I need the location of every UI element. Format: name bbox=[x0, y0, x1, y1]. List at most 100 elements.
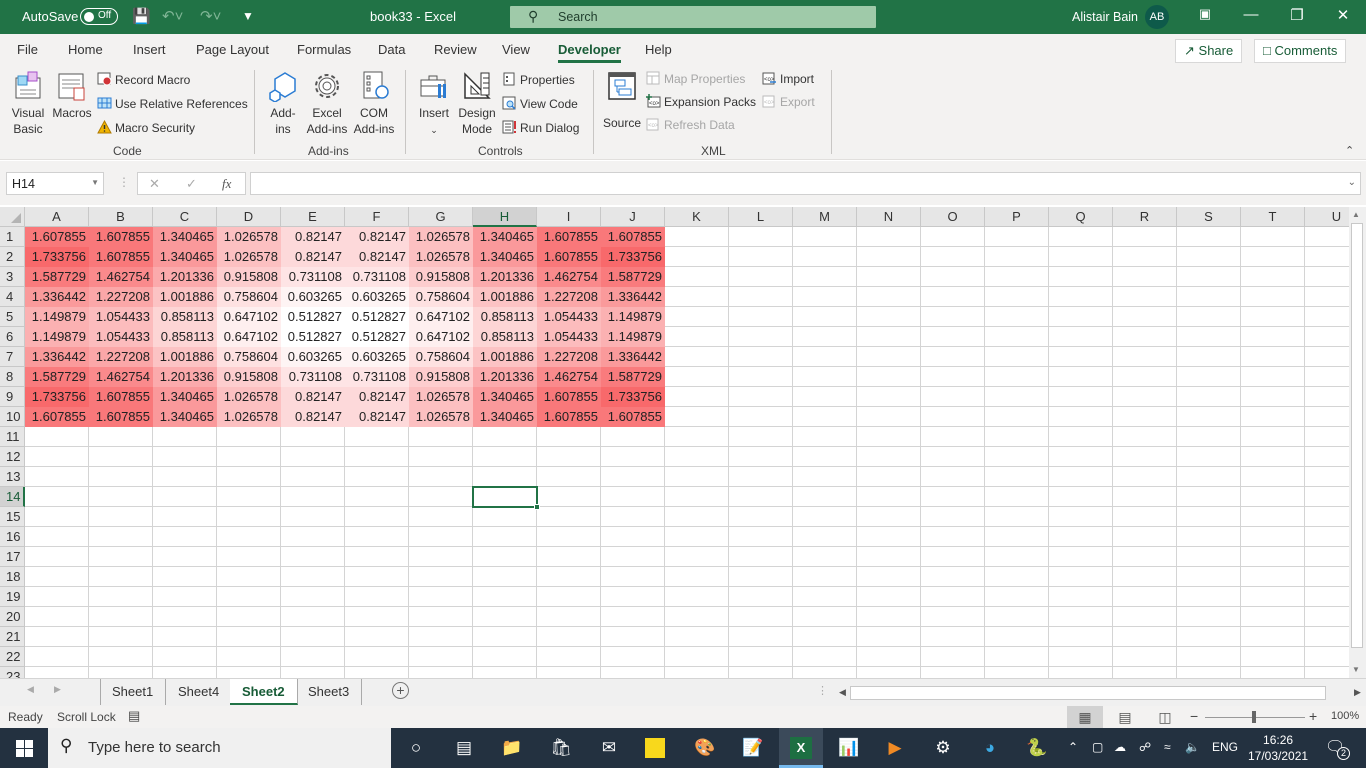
cell-N7[interactable] bbox=[857, 347, 921, 367]
row-header-8[interactable]: 8 bbox=[0, 367, 25, 387]
column-header-h[interactable]: H bbox=[473, 207, 537, 227]
sticky-notes-icon[interactable] bbox=[645, 738, 665, 758]
column-header-f[interactable]: F bbox=[345, 207, 409, 227]
zoom-in-button[interactable]: + bbox=[1309, 708, 1317, 724]
cell-P20[interactable] bbox=[985, 607, 1049, 627]
cell-S1[interactable] bbox=[1177, 227, 1241, 247]
cell-H15[interactable] bbox=[473, 507, 537, 527]
mail-icon[interactable]: ✉ bbox=[597, 736, 621, 760]
wifi-icon[interactable]: ≈ bbox=[1164, 740, 1171, 754]
cell-S22[interactable] bbox=[1177, 647, 1241, 667]
cell-D17[interactable] bbox=[217, 547, 281, 567]
cell-J7[interactable]: 1.336442 bbox=[601, 347, 665, 367]
column-header-d[interactable]: D bbox=[217, 207, 281, 227]
cell-R20[interactable] bbox=[1113, 607, 1177, 627]
cell-N16[interactable] bbox=[857, 527, 921, 547]
cell-L22[interactable] bbox=[729, 647, 793, 667]
minimize-icon[interactable]: — bbox=[1236, 6, 1266, 23]
excel-add-ins-button[interactable]: Excel Add-ins bbox=[304, 70, 350, 137]
cell-M6[interactable] bbox=[793, 327, 857, 347]
cell-Q3[interactable] bbox=[1049, 267, 1113, 287]
cell-E8[interactable]: 0.731108 bbox=[281, 367, 345, 387]
row-header-20[interactable]: 20 bbox=[0, 607, 25, 627]
row-header-12[interactable]: 12 bbox=[0, 447, 25, 467]
cell-Q23[interactable] bbox=[1049, 667, 1113, 678]
cell-A1[interactable]: 1.607855 bbox=[25, 227, 89, 247]
scroll-left-icon[interactable]: ◀ bbox=[839, 687, 846, 698]
cell-K1[interactable] bbox=[665, 227, 729, 247]
cell-C21[interactable] bbox=[153, 627, 217, 647]
cell-R10[interactable] bbox=[1113, 407, 1177, 427]
cell-L6[interactable] bbox=[729, 327, 793, 347]
user-name[interactable]: Alistair Bain bbox=[1072, 10, 1138, 24]
cell-Q8[interactable] bbox=[1049, 367, 1113, 387]
column-header-a[interactable]: A bbox=[25, 207, 89, 227]
cell-C4[interactable]: 1.001886 bbox=[153, 287, 217, 307]
cell-N15[interactable] bbox=[857, 507, 921, 527]
cell-N20[interactable] bbox=[857, 607, 921, 627]
cell-T23[interactable] bbox=[1241, 667, 1305, 678]
cell-M8[interactable] bbox=[793, 367, 857, 387]
tab-file[interactable]: File bbox=[17, 42, 38, 57]
cell-L17[interactable] bbox=[729, 547, 793, 567]
customize-qat-icon[interactable]: ▼ bbox=[242, 9, 254, 23]
cell-D23[interactable] bbox=[217, 667, 281, 678]
microsoft-store-icon[interactable]: 🛍 bbox=[549, 736, 573, 760]
row-header-9[interactable]: 9 bbox=[0, 387, 25, 407]
cell-I20[interactable] bbox=[537, 607, 601, 627]
row-header-11[interactable]: 11 bbox=[0, 427, 25, 447]
cell-M22[interactable] bbox=[793, 647, 857, 667]
tab-insert[interactable]: Insert bbox=[133, 42, 166, 57]
cell-R2[interactable] bbox=[1113, 247, 1177, 267]
cell-P12[interactable] bbox=[985, 447, 1049, 467]
cell-M3[interactable] bbox=[793, 267, 857, 287]
cell-C10[interactable]: 1.340465 bbox=[153, 407, 217, 427]
power-icon[interactable]: ☍ bbox=[1139, 740, 1151, 754]
cell-Q11[interactable] bbox=[1049, 427, 1113, 447]
cell-G6[interactable]: 0.647102 bbox=[409, 327, 473, 347]
cell-D16[interactable] bbox=[217, 527, 281, 547]
cell-P8[interactable] bbox=[985, 367, 1049, 387]
cell-J16[interactable] bbox=[601, 527, 665, 547]
cell-C5[interactable]: 0.858113 bbox=[153, 307, 217, 327]
cell-A2[interactable]: 1.733756 bbox=[25, 247, 89, 267]
cell-U11[interactable] bbox=[1305, 427, 1349, 447]
cell-L19[interactable] bbox=[729, 587, 793, 607]
cell-A10[interactable]: 1.607855 bbox=[25, 407, 89, 427]
cell-M17[interactable] bbox=[793, 547, 857, 567]
cell-I22[interactable] bbox=[537, 647, 601, 667]
cell-R13[interactable] bbox=[1113, 467, 1177, 487]
cell-E23[interactable] bbox=[281, 667, 345, 678]
cell-K21[interactable] bbox=[665, 627, 729, 647]
cell-N17[interactable] bbox=[857, 547, 921, 567]
cell-O2[interactable] bbox=[921, 247, 985, 267]
scroll-up-icon[interactable]: ▲ bbox=[1352, 210, 1360, 219]
paint-icon[interactable]: 🎨 bbox=[693, 736, 717, 760]
row-header-6[interactable]: 6 bbox=[0, 327, 25, 347]
cell-A9[interactable]: 1.733756 bbox=[25, 387, 89, 407]
cell-H9[interactable]: 1.340465 bbox=[473, 387, 537, 407]
cell-O14[interactable] bbox=[921, 487, 985, 507]
record-macro-button[interactable]: Record Macro bbox=[97, 72, 190, 87]
cell-E21[interactable] bbox=[281, 627, 345, 647]
cell-P3[interactable] bbox=[985, 267, 1049, 287]
cancel-icon[interactable]: ✕ bbox=[149, 176, 160, 192]
cell-M14[interactable] bbox=[793, 487, 857, 507]
column-header-q[interactable]: Q bbox=[1049, 207, 1113, 227]
cell-F15[interactable] bbox=[345, 507, 409, 527]
cell-K19[interactable] bbox=[665, 587, 729, 607]
cell-O12[interactable] bbox=[921, 447, 985, 467]
cell-J9[interactable]: 1.733756 bbox=[601, 387, 665, 407]
cell-U23[interactable] bbox=[1305, 667, 1349, 678]
cell-G15[interactable] bbox=[409, 507, 473, 527]
cell-I4[interactable]: 1.227208 bbox=[537, 287, 601, 307]
cell-T20[interactable] bbox=[1241, 607, 1305, 627]
cell-Q15[interactable] bbox=[1049, 507, 1113, 527]
cell-K10[interactable] bbox=[665, 407, 729, 427]
cell-N9[interactable] bbox=[857, 387, 921, 407]
cell-K7[interactable] bbox=[665, 347, 729, 367]
cell-K9[interactable] bbox=[665, 387, 729, 407]
cell-O4[interactable] bbox=[921, 287, 985, 307]
cell-C16[interactable] bbox=[153, 527, 217, 547]
cell-F9[interactable]: 0.82147 bbox=[345, 387, 409, 407]
